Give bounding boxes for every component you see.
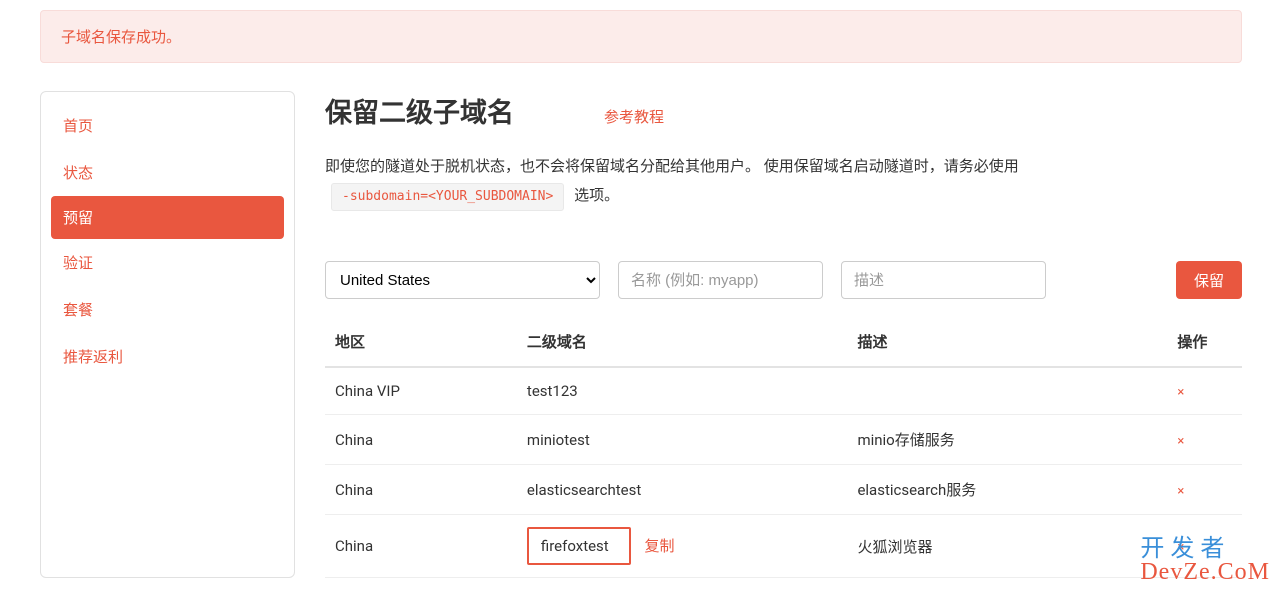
cell-domain: elasticsearchtest — [517, 465, 848, 515]
page-title: 保留二级子域名 — [325, 91, 514, 130]
sidebar-item-status[interactable]: 状态 — [41, 149, 294, 196]
reserve-button[interactable]: 保留 — [1176, 261, 1242, 299]
delete-icon[interactable]: × — [1177, 484, 1184, 499]
highlighted-domain: firefoxtest — [527, 527, 631, 565]
delete-icon[interactable]: × — [1177, 540, 1184, 555]
sidebar-item-auth[interactable]: 验证 — [41, 239, 294, 286]
cell-region: China — [325, 515, 517, 578]
table-row: China VIP test123 × — [325, 367, 1242, 415]
table-row: China miniotest minio存储服务 × — [325, 415, 1242, 465]
th-action: 操作 — [1167, 317, 1242, 367]
delete-icon[interactable]: × — [1177, 385, 1184, 400]
cell-desc: minio存储服务 — [847, 415, 1167, 465]
cell-domain: firefoxtest 复制 — [517, 515, 848, 578]
desc-pre: 即使您的隧道处于脱机状态，也不会将保留域名分配给其他用户。 使用保留域名启动隧道… — [325, 157, 1019, 175]
cell-desc: 火狐浏览器 — [847, 515, 1167, 578]
sidebar-item-plan[interactable]: 套餐 — [41, 286, 294, 333]
cell-region: China VIP — [325, 367, 517, 415]
sidebar: 首页 状态 预留 验证 套餐 推荐返利 — [40, 91, 295, 578]
cell-domain: test123 — [517, 367, 848, 415]
th-region: 地区 — [325, 317, 517, 367]
cell-desc: elasticsearch服务 — [847, 465, 1167, 515]
sidebar-item-home[interactable]: 首页 — [41, 102, 294, 149]
sidebar-item-reserved[interactable]: 预留 — [51, 196, 284, 239]
cell-domain: miniotest — [517, 415, 848, 465]
code-chip: -subdomain=<YOUR_SUBDOMAIN> — [331, 183, 564, 212]
cell-region: China — [325, 465, 517, 515]
table-row: China elasticsearchtest elasticsearch服务 … — [325, 465, 1242, 515]
domains-table: 地区 二级域名 描述 操作 China VIP test123 × China — [325, 317, 1242, 578]
delete-icon[interactable]: × — [1177, 434, 1184, 449]
copy-link[interactable]: 复制 — [644, 537, 674, 555]
cell-region: China — [325, 415, 517, 465]
sidebar-item-referral[interactable]: 推荐返利 — [41, 333, 294, 380]
alert-message: 子域名保存成功。 — [61, 28, 181, 46]
th-desc: 描述 — [847, 317, 1167, 367]
success-alert: 子域名保存成功。 — [40, 10, 1242, 63]
page-description: 即使您的隧道处于脱机状态，也不会将保留域名分配给其他用户。 使用保留域名启动隧道… — [325, 152, 1045, 211]
cell-desc — [847, 367, 1167, 415]
name-input[interactable] — [618, 261, 823, 299]
controls-row: United States 保留 — [325, 261, 1242, 299]
main-content: 保留二级子域名 参考教程 即使您的隧道处于脱机状态，也不会将保留域名分配给其他用… — [325, 91, 1242, 578]
region-select[interactable]: United States — [325, 261, 600, 299]
th-domain: 二级域名 — [517, 317, 848, 367]
table-row: China firefoxtest 复制 火狐浏览器 × — [325, 515, 1242, 578]
desc-post: 选项。 — [574, 186, 619, 204]
desc-input[interactable] — [841, 261, 1046, 299]
tutorial-link[interactable]: 参考教程 — [604, 106, 664, 127]
